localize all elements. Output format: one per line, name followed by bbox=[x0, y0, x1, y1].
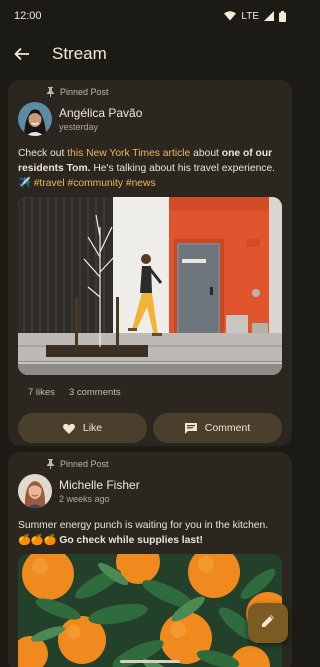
battery-icon bbox=[279, 10, 286, 22]
status-icons: LTE bbox=[224, 10, 286, 22]
post-text-segment: about bbox=[190, 148, 222, 159]
home-indicator[interactable] bbox=[120, 660, 180, 663]
wifi-icon bbox=[224, 11, 237, 21]
author-meta: Michelle Fisher 2 weeks ago bbox=[59, 478, 140, 505]
hashtags[interactable]: #travel #community #news bbox=[34, 178, 156, 189]
airplane-emoji: ✈️ bbox=[18, 178, 31, 189]
avatar[interactable] bbox=[18, 474, 52, 508]
compose-fab[interactable] bbox=[248, 603, 288, 643]
post-stats: 7 likes 3 comments bbox=[8, 375, 292, 401]
edit-pencil-icon bbox=[260, 613, 276, 634]
orange-emoji: 🍊🍊🍊 bbox=[18, 535, 57, 546]
pinned-text: Pinned Post bbox=[60, 87, 109, 97]
author-name[interactable]: Michelle Fisher bbox=[59, 478, 140, 493]
heart-icon bbox=[62, 423, 75, 434]
article-link[interactable]: this New York Times article bbox=[67, 148, 190, 159]
like-label: Like bbox=[82, 422, 103, 434]
author-name[interactable]: Angélica Pavão bbox=[59, 106, 142, 121]
arrow-back-icon[interactable] bbox=[10, 42, 34, 66]
like-button[interactable]: Like bbox=[18, 413, 147, 443]
top-app-bar: Stream bbox=[0, 32, 300, 76]
post-text-segment: Summer energy punch is waiting for you i… bbox=[18, 520, 269, 531]
status-bar: 12:00 LTE bbox=[0, 0, 300, 32]
post-card[interactable]: Pinned Post Angélica Pavão yesterday Che… bbox=[8, 80, 292, 446]
pinned-label: Pinned Post bbox=[8, 452, 292, 470]
post-timestamp: yesterday bbox=[59, 121, 99, 132]
avatar[interactable] bbox=[18, 102, 52, 136]
post-text-segment: He's talking about his travel experience… bbox=[90, 163, 276, 174]
post-actions: Like Comment bbox=[8, 401, 292, 443]
network-label: LTE bbox=[241, 10, 259, 22]
pinned-text: Pinned Post bbox=[60, 459, 109, 469]
likes-count[interactable]: 7 likes bbox=[28, 387, 55, 401]
post-image[interactable] bbox=[18, 197, 282, 375]
post-timestamp: 2 weeks ago bbox=[59, 493, 110, 504]
comment-icon bbox=[184, 422, 197, 434]
pin-icon bbox=[46, 87, 55, 97]
page-title: Stream bbox=[52, 44, 107, 63]
post-text-segment: Check out bbox=[18, 148, 68, 159]
status-time: 12:00 bbox=[14, 10, 42, 22]
post-image[interactable] bbox=[18, 554, 282, 667]
comment-label: Comment bbox=[204, 422, 251, 434]
comment-button[interactable]: Comment bbox=[153, 413, 282, 443]
post-text: Check out this New York Times article ab… bbox=[8, 138, 292, 191]
author-meta: Angélica Pavão yesterday bbox=[59, 106, 142, 133]
pin-icon bbox=[46, 459, 55, 469]
post-text: Summer energy punch is waiting for you i… bbox=[8, 510, 292, 548]
pinned-label: Pinned Post bbox=[8, 80, 292, 98]
post-text-bold: Go check while supplies last! bbox=[56, 535, 203, 546]
author-row: Michelle Fisher 2 weeks ago bbox=[8, 470, 292, 510]
comments-count[interactable]: 3 comments bbox=[69, 387, 121, 401]
author-row: Angélica Pavão yesterday bbox=[8, 98, 292, 138]
signal-icon bbox=[264, 11, 274, 21]
